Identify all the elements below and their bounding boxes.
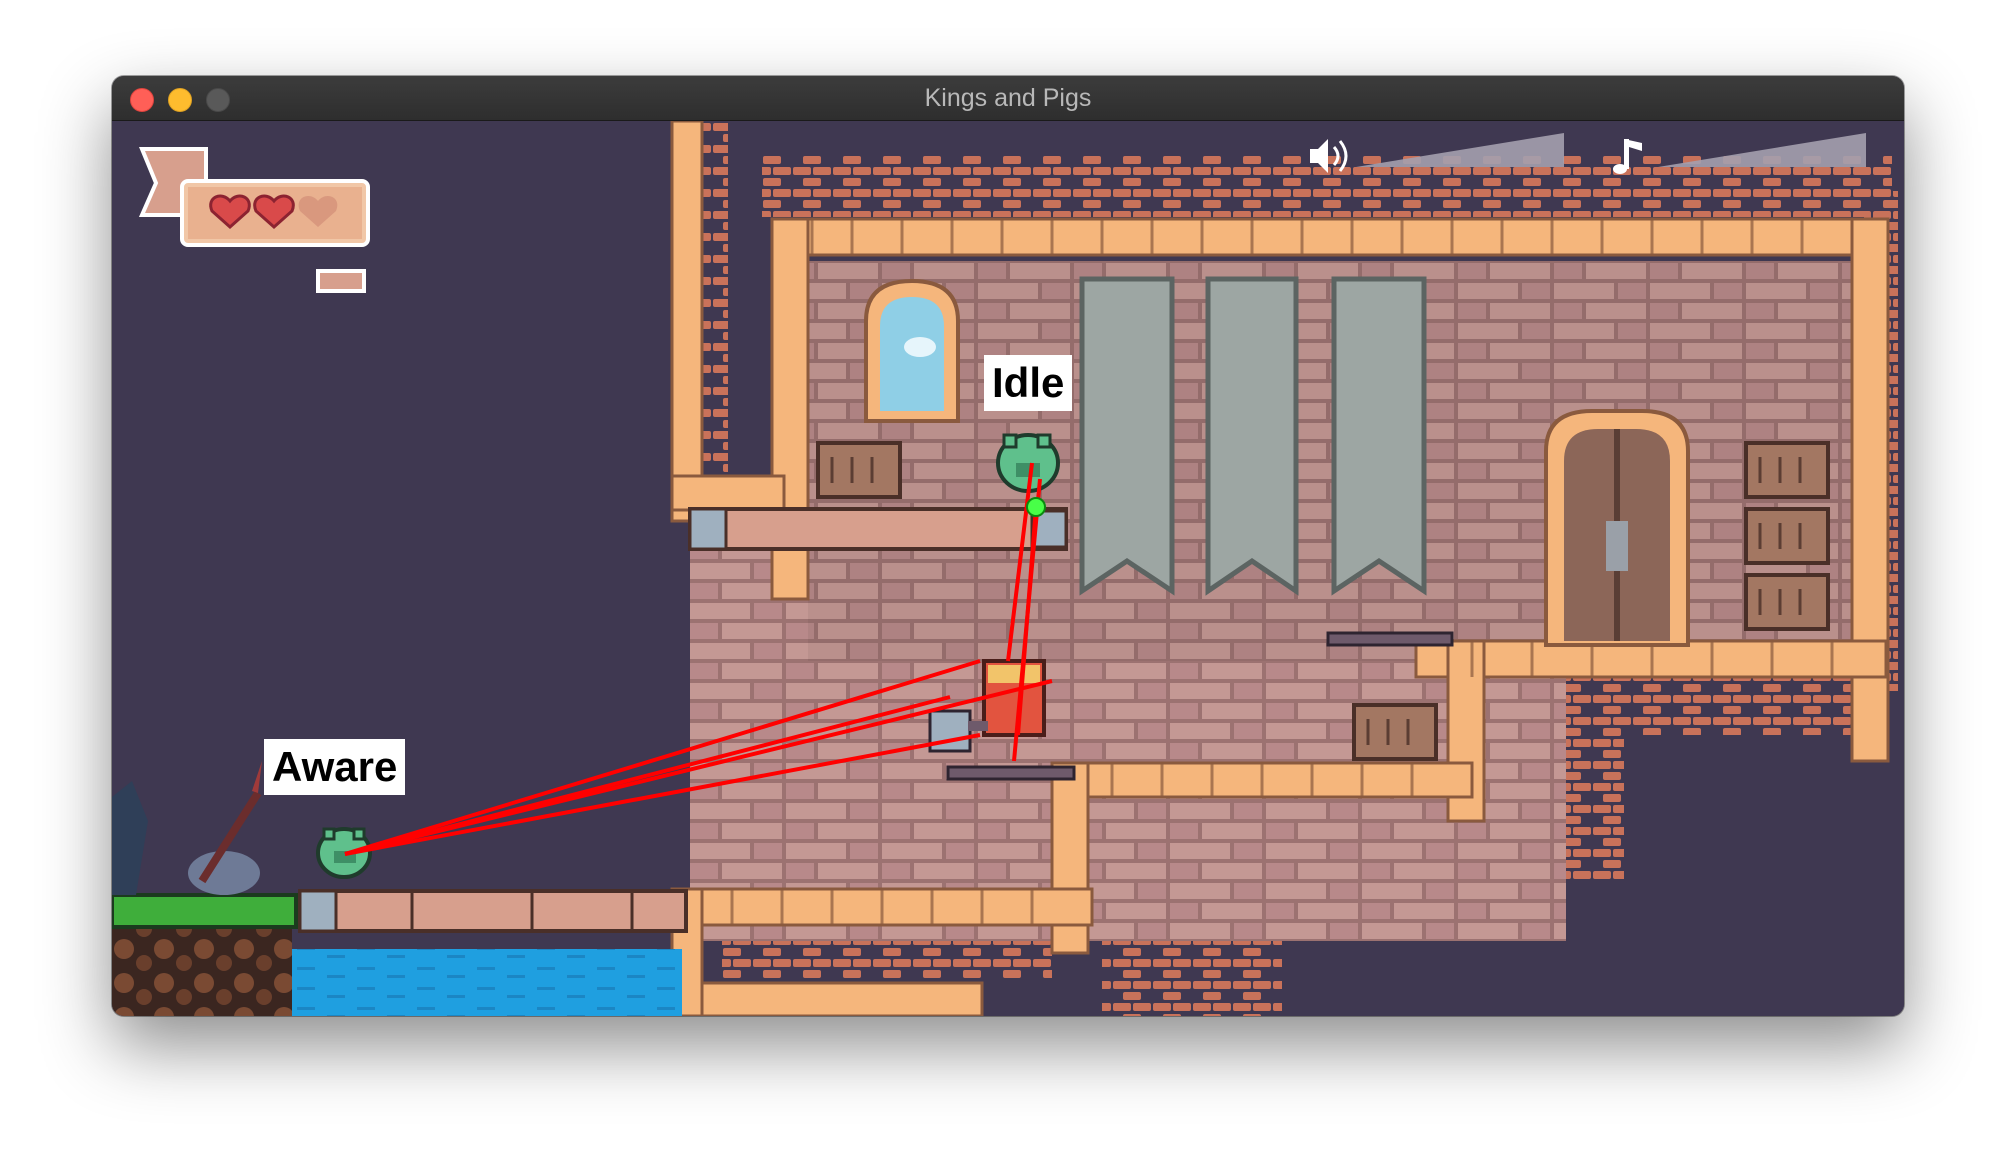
castle-window bbox=[864, 278, 960, 423]
enemy-state-label-aware: Aware bbox=[264, 739, 406, 795]
game-window: Kings and Pigs Idle Aware bbox=[112, 76, 1904, 1016]
enemy-state-label-idle: Idle bbox=[984, 355, 1073, 411]
idle-pig-sight-point bbox=[1026, 497, 1046, 517]
bridge-platform bbox=[298, 889, 688, 933]
water bbox=[282, 949, 682, 1016]
castle-banners bbox=[1079, 276, 1427, 596]
title-bar: Kings and Pigs bbox=[112, 76, 1904, 121]
castle-door bbox=[1544, 409, 1690, 647]
upper-platform bbox=[688, 507, 1068, 551]
window-title: Kings and Pigs bbox=[924, 84, 1092, 112]
pig-enemy-aware bbox=[316, 827, 372, 879]
game-viewport[interactable]: Idle Aware bbox=[112, 121, 1904, 1016]
